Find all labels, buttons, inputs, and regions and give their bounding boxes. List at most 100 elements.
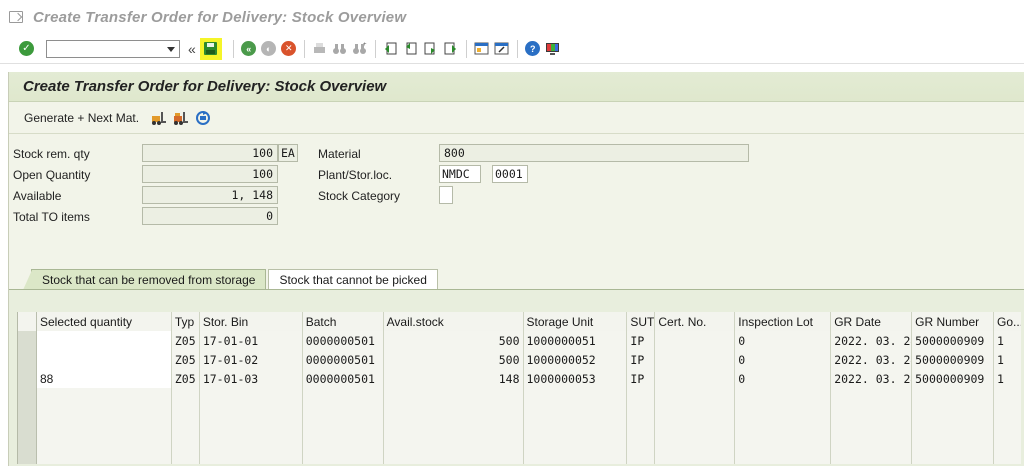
go-cell: 1 xyxy=(994,331,1022,350)
empty-cell xyxy=(735,388,832,407)
col-inspection-lot[interactable]: Inspection Lot xyxy=(735,312,832,331)
selected-quantity-input[interactable] xyxy=(36,331,172,350)
shortcut-button[interactable] xyxy=(493,40,511,58)
gr-date-cell: 2022. 03. 24 xyxy=(831,350,913,369)
generate-next-mat-button[interactable]: Generate + Next Mat. xyxy=(24,111,139,125)
customize-layout-button[interactable] xyxy=(544,40,562,58)
page-header: Create Transfer Order for Delivery: Stoc… xyxy=(9,72,1024,102)
exit-icon: ◐ xyxy=(261,41,277,56)
empty-row xyxy=(18,445,1022,464)
forklift-icon[interactable] xyxy=(151,110,167,126)
empty-cell xyxy=(199,407,303,426)
empty-cell xyxy=(523,445,628,464)
back-button[interactable]: « xyxy=(240,40,258,58)
new-session-button[interactable] xyxy=(473,40,491,58)
batch-cell: 0000000501 xyxy=(302,331,384,350)
empty-cell xyxy=(735,445,832,464)
find-button[interactable] xyxy=(331,40,349,58)
row-selector[interactable] xyxy=(18,445,37,464)
empty-cell xyxy=(655,388,736,407)
find-next-button[interactable]: + xyxy=(351,40,369,58)
avail-stock-cell: 500 xyxy=(383,350,524,369)
avail-stock-cell: 500 xyxy=(383,331,524,350)
toolbar-separator xyxy=(303,39,305,58)
col-sut[interactable]: SUT xyxy=(627,312,656,331)
gr-number-cell: 5000000909 xyxy=(912,350,995,369)
sut-cell: IP xyxy=(627,350,656,369)
col-go[interactable]: Go... xyxy=(994,312,1022,331)
material-label: Material xyxy=(318,147,361,161)
collapse-chevron-icon[interactable]: « xyxy=(188,41,196,57)
empty-cell xyxy=(627,445,656,464)
chevron-down-icon[interactable] xyxy=(167,46,175,52)
toolbar-separator xyxy=(232,39,234,58)
col-gr-number[interactable]: GR Number xyxy=(912,312,995,331)
cancel-button[interactable]: ✕ xyxy=(280,40,298,58)
last-page-button[interactable] xyxy=(442,40,460,58)
total-to-items-label: Total TO items xyxy=(13,210,90,224)
empty-row xyxy=(18,388,1022,407)
row-selector[interactable] xyxy=(18,331,37,350)
cancel-icon: ✕ xyxy=(281,41,297,56)
print-icon xyxy=(314,43,326,53)
storage-unit-cell: 1000000051 xyxy=(523,331,628,350)
next-page-button[interactable] xyxy=(422,40,440,58)
row-selector[interactable] xyxy=(18,388,37,407)
stock-category-label: Stock Category xyxy=(318,189,401,203)
window-title: Create Transfer Order for Delivery: Stoc… xyxy=(33,8,407,26)
typ-cell: Z05 xyxy=(171,369,200,388)
selected-quantity-input[interactable] xyxy=(36,350,172,369)
select-all-cell[interactable] xyxy=(18,312,37,331)
row-selector[interactable] xyxy=(18,426,37,445)
empty-cell xyxy=(523,426,628,445)
col-cert-no[interactable]: Cert. No. xyxy=(655,312,736,331)
command-field[interactable] xyxy=(46,39,180,58)
first-page-button[interactable] xyxy=(382,40,400,58)
empty-cell xyxy=(383,407,524,426)
tab-stock-removable[interactable]: Stock that can be removed from storage xyxy=(22,269,267,290)
empty-cell xyxy=(302,388,384,407)
total-to-items-field: 0 xyxy=(142,207,278,225)
stor-bin-cell: 17-01-02 xyxy=(199,350,303,369)
empty-cell xyxy=(831,388,913,407)
exit-button[interactable]: ◐ xyxy=(260,40,278,58)
window-menu-icon[interactable] xyxy=(9,11,23,23)
col-typ[interactable]: Typ xyxy=(171,312,200,331)
empty-cell xyxy=(627,426,656,445)
enter-check-icon[interactable]: ✓ xyxy=(19,41,34,56)
row-selector[interactable] xyxy=(18,350,37,369)
col-stor-bin[interactable]: Stor. Bin xyxy=(199,312,303,331)
tab-stock-not-pickable[interactable]: Stock that cannot be picked xyxy=(268,269,438,289)
print-button[interactable] xyxy=(311,40,329,58)
gr-date-cell: 2022. 03. 24 xyxy=(831,331,913,350)
save-button[interactable] xyxy=(199,37,222,60)
refresh-icon[interactable] xyxy=(195,110,211,126)
empty-cell xyxy=(523,388,628,407)
window-titlebar: Create Transfer Order for Delivery: Stoc… xyxy=(0,0,1024,34)
back-icon: « xyxy=(241,41,257,56)
go-cell: 1 xyxy=(994,369,1022,388)
empty-cell xyxy=(36,407,172,426)
typ-cell: Z05 xyxy=(171,331,200,350)
first-page-icon xyxy=(385,42,397,55)
help-button[interactable]: ? xyxy=(524,40,542,58)
col-gr-date[interactable]: GR Date xyxy=(831,312,913,331)
forklift-multiple-icon[interactable] xyxy=(173,110,189,126)
toolbar-separator xyxy=(516,39,518,58)
row-selector[interactable] xyxy=(18,407,37,426)
col-avail-stock[interactable]: Avail.stock xyxy=(383,312,524,331)
empty-cell xyxy=(627,388,656,407)
row-selector[interactable] xyxy=(18,369,37,388)
empty-cell xyxy=(383,445,524,464)
previous-page-button[interactable] xyxy=(402,40,420,58)
empty-cell xyxy=(831,445,913,464)
gr-number-cell: 5000000909 xyxy=(912,369,995,388)
empty-cell xyxy=(655,426,736,445)
col-selected-quantity[interactable]: Selected quantity xyxy=(36,312,172,331)
col-batch[interactable]: Batch xyxy=(302,312,384,331)
col-storage-unit[interactable]: Storage Unit xyxy=(523,312,628,331)
main-content: Create Transfer Order for Delivery: Stoc… xyxy=(8,72,1024,466)
empty-cell xyxy=(302,407,384,426)
svg-text:+: + xyxy=(363,42,367,48)
selected-quantity-input[interactable]: 88 xyxy=(36,369,172,388)
